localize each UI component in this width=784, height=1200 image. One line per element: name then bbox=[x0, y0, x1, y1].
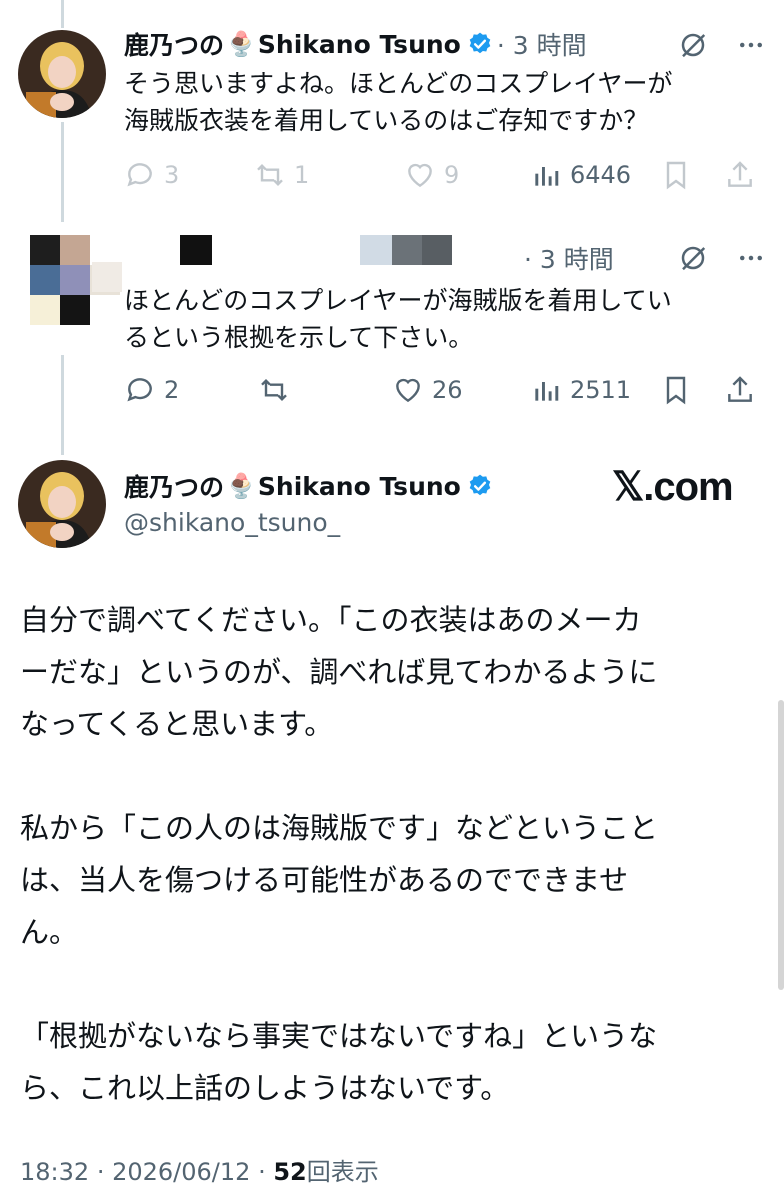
tweet-footer: 18:32 · 2026/06/12 · 52回表示 bbox=[20, 1152, 379, 1187]
separator: · bbox=[258, 1158, 266, 1186]
tweet2-text-line: ほとんどのコスプレイヤーが海賊版を着用してい bbox=[124, 286, 672, 315]
avatar[interactable] bbox=[18, 460, 106, 548]
thread-line-top bbox=[61, 0, 64, 28]
bookmark-icon bbox=[666, 376, 686, 405]
tweet1-header: 鹿乃つの 🍨 Shikano Tsuno · 3 時間 bbox=[124, 26, 587, 62]
reply-icon bbox=[127, 163, 152, 187]
more-icon[interactable] bbox=[736, 30, 766, 60]
view-count[interactable]: 52 bbox=[273, 1158, 306, 1186]
views-button[interactable]: 2511 bbox=[530, 374, 660, 406]
grok-icon[interactable] bbox=[678, 30, 708, 60]
bookmark-button[interactable] bbox=[660, 159, 724, 191]
redacted-handle-block bbox=[360, 235, 392, 265]
icecream-emoji-icon: 🍨 bbox=[226, 472, 256, 500]
share-button[interactable] bbox=[724, 374, 756, 406]
timestamp[interactable]: · 3 時間 bbox=[524, 240, 614, 276]
like-button[interactable]: 26 bbox=[392, 374, 530, 406]
main-tweet-header: 鹿乃つの 🍨 Shikano Tsuno bbox=[124, 468, 493, 504]
verified-badge-icon bbox=[469, 474, 491, 496]
tweet1-actions-right: 6446 bbox=[530, 155, 760, 195]
x-com-watermark: 𝕏.com bbox=[612, 465, 734, 509]
like-count: 26 bbox=[432, 376, 463, 404]
display-name-latin[interactable]: Shikano Tsuno bbox=[258, 472, 461, 501]
main-text-line: は、当人を傷つける可能性があるのでできませ bbox=[20, 863, 629, 897]
reply-count: 2 bbox=[164, 376, 180, 404]
reply-button[interactable]: 3 bbox=[124, 159, 254, 191]
thread-line-2 bbox=[61, 355, 64, 455]
views-button[interactable]: 6446 bbox=[530, 159, 660, 191]
reply-button[interactable]: 2 bbox=[124, 374, 258, 406]
like-button[interactable]: 9 bbox=[404, 159, 534, 191]
tweet2-actions: 2 26 2511 bbox=[124, 370, 760, 410]
verified-badge-icon bbox=[469, 32, 491, 54]
thread-line-1 bbox=[61, 122, 64, 222]
redacted-name-block bbox=[180, 235, 212, 265]
share-icon bbox=[728, 161, 752, 187]
grok-icon[interactable] bbox=[678, 243, 708, 273]
main-text-line: ーだな」というのが、調べれば見てわかるように bbox=[20, 655, 658, 689]
share-icon bbox=[728, 376, 752, 402]
like-count: 9 bbox=[444, 161, 460, 189]
display-name[interactable]: 鹿乃つの bbox=[124, 468, 224, 504]
repost-icon bbox=[261, 378, 287, 402]
reply-icon bbox=[127, 378, 152, 402]
repost-count: 1 bbox=[294, 161, 310, 189]
main-tweet-text: 自分で調べてください。「この衣装はあのメーカ ーだな」というのが、調べれば見てわ… bbox=[20, 594, 760, 1114]
views-icon bbox=[535, 382, 559, 401]
heart-icon bbox=[396, 378, 420, 403]
views-count: 6446 bbox=[570, 161, 632, 189]
main-text-line: なってくると思います。 bbox=[20, 707, 334, 741]
icecream-emoji-icon: 🍨 bbox=[226, 30, 256, 58]
tweet2-header: · 3 時間 bbox=[520, 240, 614, 276]
tweet1-text-line: 海賊版衣装を着用しているのはご存知ですか？ bbox=[124, 106, 649, 135]
heart-icon bbox=[408, 163, 432, 188]
reply-count: 3 bbox=[164, 161, 180, 189]
more-icon[interactable] bbox=[736, 243, 766, 273]
repost-button[interactable] bbox=[258, 374, 392, 406]
tweet2-top-icons bbox=[678, 243, 766, 273]
views-count: 2511 bbox=[570, 376, 632, 404]
main-text-line: 私から「この人のは海賊版です」などということ bbox=[20, 811, 659, 845]
display-name-latin[interactable]: Shikano Tsuno bbox=[258, 30, 461, 59]
main-text-line: ら、これ以上話のしようはないです。 bbox=[20, 1071, 510, 1105]
bookmark-icon bbox=[666, 161, 686, 190]
tweet1-top-icons bbox=[678, 30, 766, 60]
tweet2-text: ほとんどのコスプレイヤーが海賊版を着用してい るという根拠を示して下さい。 bbox=[124, 282, 672, 356]
bookmark-button[interactable] bbox=[660, 374, 724, 406]
post-date[interactable]: 2026/06/12 bbox=[112, 1158, 250, 1186]
main-text-line: 自分で調べてください。「この衣装はあのメーカ bbox=[20, 603, 642, 637]
view-label: 回表示 bbox=[306, 1158, 379, 1186]
tweet1-text: そう思いますよね。ほとんどのコスプレイヤーが 海賊版衣装を着用しているのはご存知… bbox=[124, 65, 673, 139]
redacted-handle-block bbox=[422, 235, 452, 265]
tweet1-text-line: そう思いますよね。ほとんどのコスプレイヤーが bbox=[124, 69, 673, 98]
repost-button[interactable]: 1 bbox=[254, 159, 404, 191]
share-button[interactable] bbox=[724, 159, 756, 191]
display-name[interactable]: 鹿乃つの bbox=[124, 26, 224, 62]
redacted-name-block bbox=[92, 262, 122, 292]
repost-icon bbox=[257, 163, 283, 187]
avatar[interactable] bbox=[18, 30, 106, 118]
post-time[interactable]: 18:32 bbox=[20, 1158, 89, 1186]
main-text-line: ん。 bbox=[20, 915, 79, 949]
separator: · bbox=[96, 1158, 105, 1186]
timestamp[interactable]: · 3 時間 bbox=[497, 26, 587, 62]
views-icon bbox=[535, 167, 559, 186]
tweet2-text-line: るという根拠を示して下さい。 bbox=[124, 323, 474, 352]
scrollbar[interactable] bbox=[778, 700, 784, 990]
main-text-line: 「根拠がないなら事実ではないですね」というな bbox=[20, 1019, 658, 1053]
redacted-handle-block bbox=[392, 235, 422, 265]
handle[interactable]: @shikano_tsuno_ bbox=[124, 508, 340, 537]
